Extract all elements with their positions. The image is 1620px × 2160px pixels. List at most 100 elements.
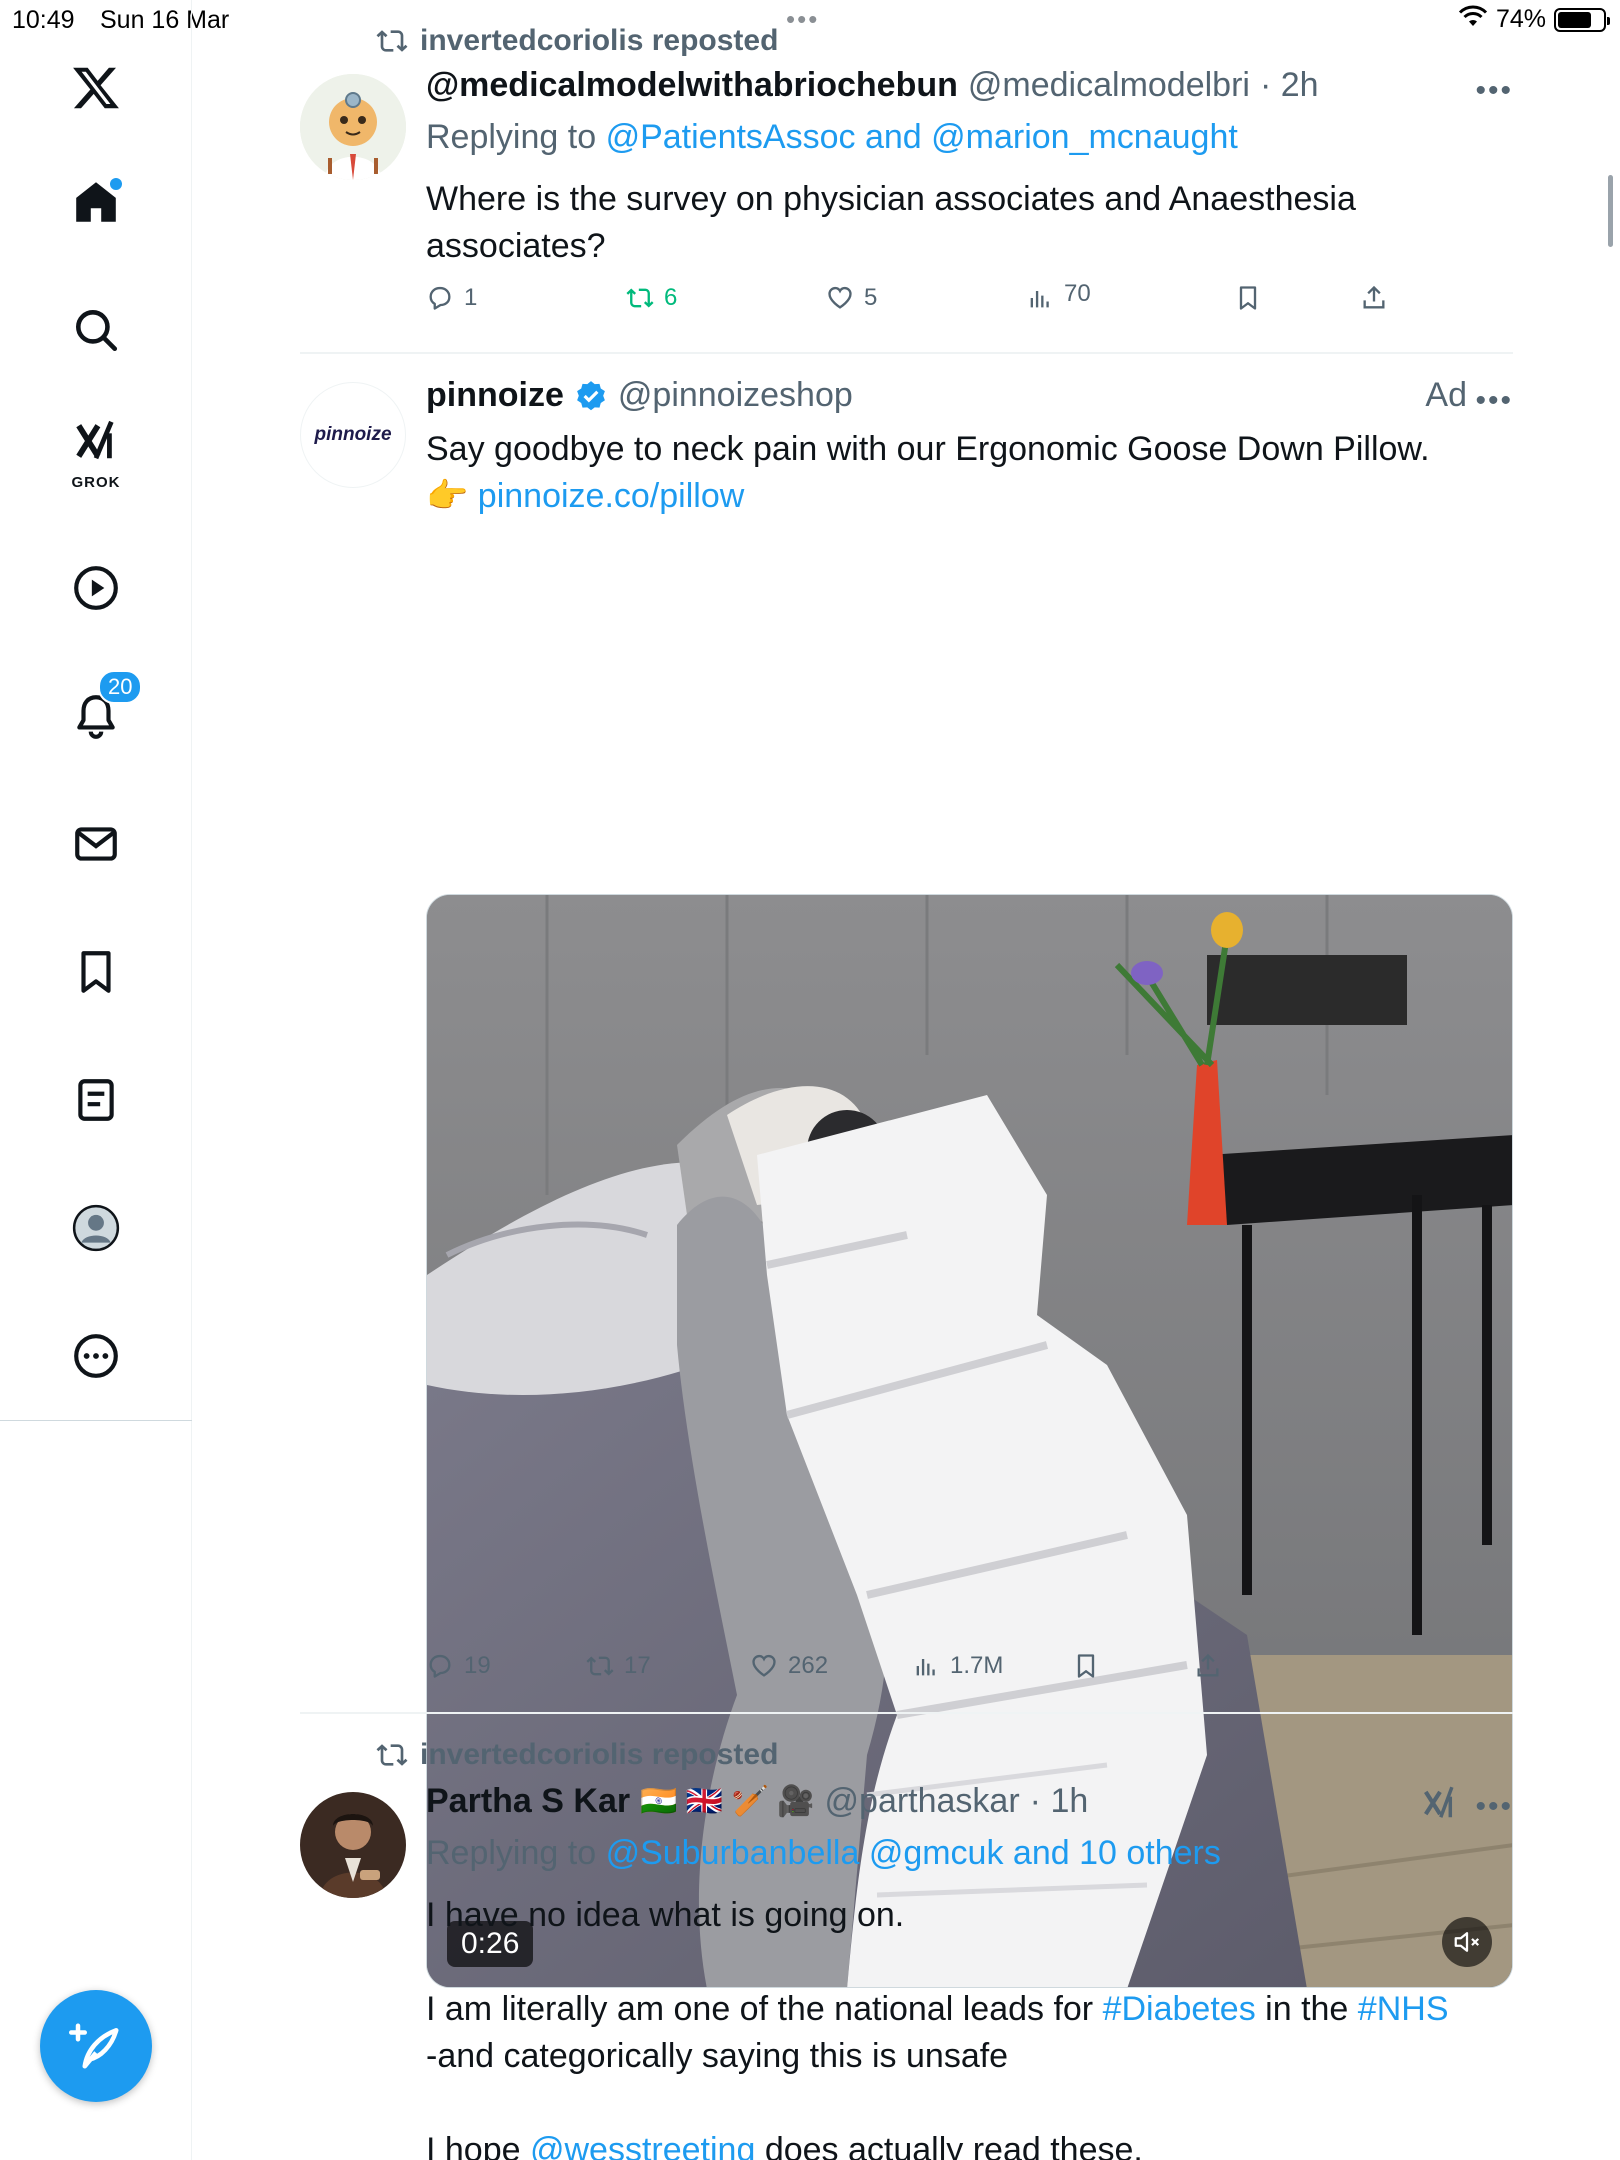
- reply-context: Replying to @PatientsAssoc and @marion_m…: [426, 118, 1238, 157]
- reply-context: Replying to @Suburbanbella @gmcuk and 10…: [426, 1834, 1221, 1873]
- like-count: 5: [864, 284, 878, 311]
- profile-avatar-icon: [72, 1204, 120, 1252]
- hashtag-nhs[interactable]: #NHS: [1358, 1990, 1449, 2028]
- share-icon: [1363, 285, 1385, 309]
- nav-messages[interactable]: [56, 804, 136, 884]
- post-text-line: I hope @wesstreeting does actually read …: [426, 2127, 1486, 2160]
- verified-badge-icon: [577, 380, 605, 410]
- nav-bookmarks[interactable]: [56, 932, 136, 1012]
- more-circle-icon: [74, 1334, 118, 1378]
- bookmark-icon: [81, 951, 111, 993]
- grok-icon: [76, 420, 114, 460]
- play-circle-icon: [74, 566, 118, 610]
- avatar[interactable]: pinnoize: [300, 382, 406, 488]
- repost-button[interactable]: 6: [626, 284, 677, 312]
- battery-percent: 74%: [1495, 5, 1546, 33]
- reply-mentions-link[interactable]: @PatientsAssoc and @marion_mcnaught: [606, 118, 1238, 156]
- nav-notifications[interactable]: 20: [56, 670, 143, 756]
- post-header: pinnoize @pinnoizeshop: [426, 376, 853, 415]
- post-text: Say goodbye to neck pain with our Ergono…: [426, 426, 1486, 520]
- bookmark-icon: [1077, 1654, 1095, 1678]
- compose-button[interactable]: [40, 1990, 152, 2102]
- multitasking-dots-icon[interactable]: •••: [786, 4, 819, 35]
- nav-grok[interactable]: GROK: [56, 410, 136, 491]
- more-options-icon[interactable]: •••: [1475, 384, 1513, 418]
- reply-button[interactable]: 19: [426, 1652, 491, 1680]
- avatar[interactable]: [300, 74, 406, 180]
- post-text-line: -and categorically saying this is unsafe: [426, 2037, 1009, 2075]
- nav-home[interactable]: [56, 162, 136, 242]
- nav-search[interactable]: [56, 290, 136, 370]
- ad-text: Say goodbye to neck pain with our Ergono…: [426, 430, 1430, 468]
- video-player[interactable]: 0:26: [426, 894, 1513, 1988]
- hashtag-diabetes[interactable]: #Diabetes: [1103, 1990, 1256, 2028]
- repost-icon: [376, 30, 408, 52]
- wifi-icon: [1458, 4, 1488, 35]
- reply-icon: [429, 1654, 451, 1678]
- nav-more[interactable]: [56, 1316, 136, 1396]
- author-name[interactable]: Partha S Kar: [426, 1782, 630, 1821]
- author-handle[interactable]: @pinnoizeshop: [618, 376, 853, 415]
- bookmark-button[interactable]: [1072, 1652, 1100, 1680]
- post-header: Partha S Kar 🇮🇳 🇬🇧 🏏 🎥 @parthaskar · 1h: [426, 1782, 1088, 1821]
- envelope-icon: [75, 827, 117, 861]
- text-fragment: I hope: [426, 2131, 521, 2160]
- post-actions: 1 6 5 70: [426, 280, 1426, 324]
- more-options-icon[interactable]: •••: [1475, 74, 1513, 108]
- sidebar-nav: GROK 20: [0, 0, 192, 2160]
- post-divider: [300, 352, 1513, 354]
- more-options-icon[interactable]: •••: [1475, 1790, 1513, 1824]
- like-count: 262: [788, 1652, 829, 1679]
- nav-video[interactable]: [56, 548, 136, 628]
- share-button[interactable]: [1360, 284, 1388, 312]
- search-icon: [76, 310, 118, 352]
- reply-button[interactable]: 1: [426, 284, 477, 312]
- nav-lists[interactable]: [56, 1060, 136, 1140]
- pillow-video-thumbnail: [427, 895, 1512, 1987]
- reply-prefix: Replying to: [426, 1834, 597, 1872]
- reply-mentions-link[interactable]: @Suburbanbella @gmcuk and 10 others: [606, 1834, 1221, 1872]
- nav-divider: [0, 1420, 192, 1421]
- share-button[interactable]: [1194, 1652, 1222, 1680]
- battery-icon: [1554, 7, 1610, 32]
- repost-icon: [626, 288, 654, 308]
- view-count: 1.7M: [950, 1652, 1004, 1679]
- text-fragment: in the: [1265, 1990, 1349, 2028]
- author-handle[interactable]: @parthaskar: [825, 1782, 1020, 1821]
- profile-photo-avatar-icon: [300, 1792, 406, 1898]
- nav-profile[interactable]: [56, 1188, 136, 1268]
- pointing-hand-emoji: 👉: [426, 477, 469, 515]
- grok-post-icon[interactable]: [1421, 1784, 1459, 1827]
- reply-count: 1: [464, 284, 478, 311]
- bookmark-icon: [1239, 286, 1257, 310]
- heart-icon: [752, 1654, 776, 1677]
- scrollbar[interactable]: [1608, 175, 1613, 247]
- compose-feather-icon: [69, 2023, 119, 2069]
- post-text: I have no idea what is going on. I am li…: [426, 1892, 1486, 2160]
- text-fragment: does actually read these.: [764, 2131, 1143, 2160]
- list-icon: [78, 1079, 114, 1121]
- mention-wesstreeting[interactable]: @wesstreeting: [530, 2131, 755, 2160]
- views-button[interactable]: 70: [1026, 276, 1091, 312]
- repost-icon: [586, 1656, 614, 1676]
- avatar[interactable]: [300, 1792, 406, 1898]
- bookmark-button[interactable]: [1234, 284, 1262, 312]
- post-text-line: I have no idea what is going on.: [426, 1896, 905, 1934]
- like-button[interactable]: 262: [750, 1652, 828, 1680]
- repost-label: invertedcoriolis reposted: [420, 24, 779, 57]
- author-name[interactable]: pinnoize: [426, 376, 564, 415]
- x-logo-icon[interactable]: [56, 48, 136, 128]
- like-button[interactable]: 5: [826, 284, 877, 312]
- author-flags-emoji: 🇮🇳 🇬🇧 🏏 🎥: [640, 1785, 815, 1818]
- views-bar-chart-icon: [1030, 291, 1049, 308]
- ad-label: Ad: [1425, 376, 1467, 414]
- repost-context: invertedcoriolis reposted: [376, 1738, 778, 1772]
- home-new-dot: [110, 178, 122, 190]
- author-handle[interactable]: @medicalmodelbri: [968, 66, 1250, 105]
- ad-link[interactable]: pinnoize.co/pillow: [478, 477, 745, 515]
- views-button[interactable]: 1.7M: [912, 1652, 1003, 1680]
- reply-prefix: Replying to: [426, 118, 597, 156]
- author-name[interactable]: @medicalmodelwithabriochebun: [426, 66, 958, 105]
- views-bar-chart-icon: [916, 1659, 935, 1676]
- repost-button[interactable]: 17: [586, 1652, 651, 1680]
